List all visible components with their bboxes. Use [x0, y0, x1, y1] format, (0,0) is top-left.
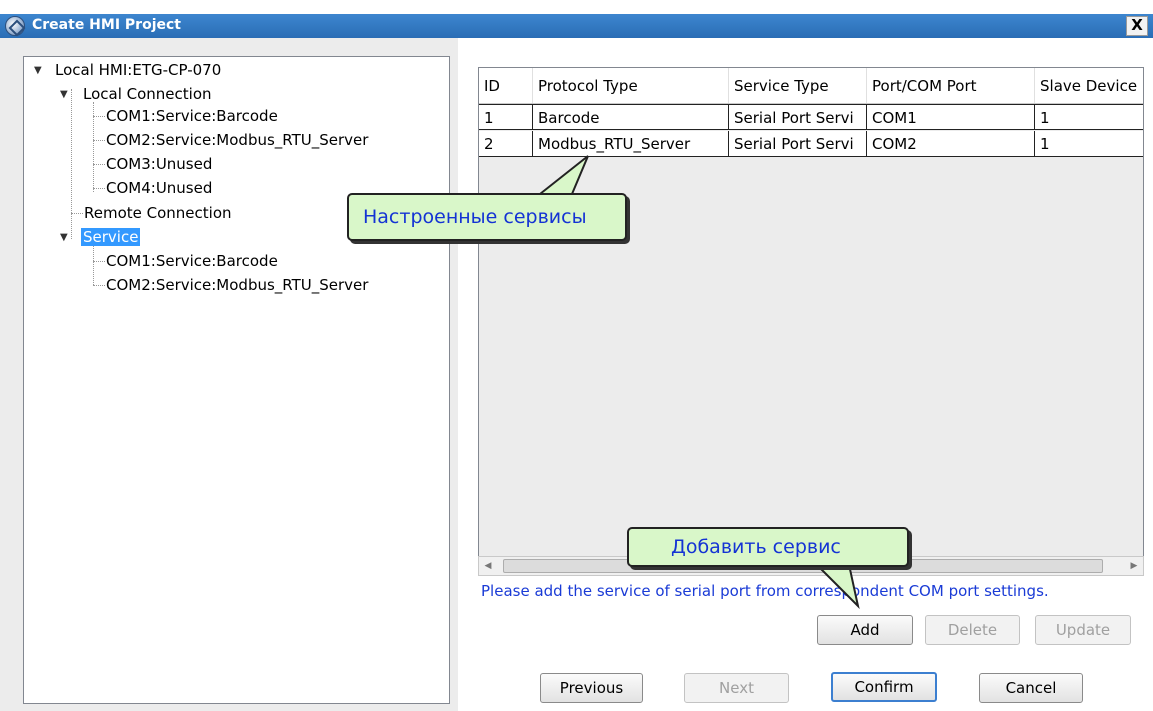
table-cell: 1: [1034, 105, 1143, 129]
tree-node-label: COM1:Service:Barcode: [106, 107, 278, 125]
table-cell: 1: [484, 109, 494, 127]
app-logo-icon: [5, 16, 25, 36]
column-header-slave-device[interactable]: Slave Device: [1034, 68, 1143, 103]
column-header-service-type[interactable]: Service Type: [728, 68, 866, 103]
table-cell: 2: [484, 135, 494, 153]
tree-node-com2[interactable]: COM2:Service:Modbus_RTU_Server: [106, 130, 368, 151]
callout-configured-services: Настроенные сервисы: [347, 193, 627, 241]
expand-arrow-icon[interactable]: ▼: [34, 65, 46, 77]
tree-node-service[interactable]: ▼ Service: [60, 227, 141, 248]
table-cell: COM2: [866, 131, 1034, 156]
tree-node-com1[interactable]: COM1:Service:Barcode: [106, 106, 278, 127]
window-title: Create HMI Project: [32, 17, 181, 33]
cancel-button[interactable]: Cancel: [979, 673, 1083, 703]
tree-line: [93, 285, 105, 286]
next-button[interactable]: Next: [684, 673, 789, 703]
tree-node-label: Local HMI:ETG-CP-070: [55, 61, 222, 79]
tree-node-label: COM1:Service:Barcode: [106, 252, 278, 270]
hint-text: Please add the service of serial port fr…: [481, 582, 1049, 600]
add-button[interactable]: Add: [817, 615, 913, 645]
table-cell: Barcode: [532, 105, 728, 129]
column-header-port[interactable]: Port/COM Port: [866, 68, 1034, 103]
delete-button[interactable]: Delete: [925, 615, 1020, 645]
column-header-id[interactable]: ID: [479, 68, 532, 103]
table-cell: Serial Port Servi: [728, 105, 866, 129]
table-header: ID Protocol Type Service Type Port/COM P…: [479, 68, 1143, 104]
table-cell: COM1: [866, 105, 1034, 129]
tree-node-service-com2[interactable]: COM2:Service:Modbus_RTU_Server: [106, 275, 368, 296]
table-row[interactable]: 2 Modbus_RTU_Server Serial Port Servi CO…: [479, 131, 1143, 157]
column-header-protocol-type[interactable]: Protocol Type: [532, 68, 728, 103]
callout-add-service: Добавить сервис: [627, 527, 909, 567]
tree-node-label: Remote Connection: [84, 204, 232, 222]
tree-node-root[interactable]: ▼ Local HMI:ETG-CP-070: [34, 60, 221, 81]
previous-button[interactable]: Previous: [540, 673, 643, 703]
tree-line: [93, 261, 105, 262]
close-button[interactable]: X: [1126, 16, 1148, 36]
tree-node-label: COM2:Service:Modbus_RTU_Server: [106, 131, 369, 149]
tree-line: [93, 188, 105, 189]
table-cell: Modbus_RTU_Server: [532, 131, 728, 156]
table-cell: Serial Port Servi: [728, 131, 866, 156]
tree-line: [71, 89, 72, 239]
tree-node-label: Service: [81, 228, 141, 246]
tree-node-com3[interactable]: COM3:Unused: [106, 154, 212, 175]
tree-line: [93, 164, 105, 165]
expand-arrow-icon[interactable]: ▼: [60, 89, 72, 101]
expand-arrow-icon[interactable]: ▼: [60, 232, 72, 244]
tree-node-label: COM2:Service:Modbus_RTU_Server: [106, 276, 369, 294]
project-tree[interactable]: ▼ Local HMI:ETG-CP-070 ▼ Local Connectio…: [23, 56, 450, 704]
tree-line: [93, 243, 94, 285]
confirm-button[interactable]: Confirm: [831, 672, 937, 702]
table-cell: 1: [1034, 131, 1143, 156]
tree-node-service-com1[interactable]: COM1:Service:Barcode: [106, 251, 278, 272]
tree-line: [93, 116, 105, 117]
tree-node-com4[interactable]: COM4:Unused: [106, 178, 212, 199]
tree-node-local-connection[interactable]: ▼ Local Connection: [60, 84, 212, 105]
scroll-left-icon[interactable]: ◀: [481, 559, 495, 573]
tree-node-label: COM4:Unused: [106, 179, 213, 197]
scroll-right-icon[interactable]: ▶: [1127, 559, 1141, 573]
update-button[interactable]: Update: [1035, 615, 1131, 645]
tree-line: [93, 140, 105, 141]
tree-node-label: COM3:Unused: [106, 155, 213, 173]
tree-line: [71, 213, 83, 214]
table-row[interactable]: 1 Barcode Serial Port Servi COM1 1: [479, 104, 1143, 130]
tree-node-remote-connection[interactable]: Remote Connection: [84, 203, 232, 224]
tree-node-label: Local Connection: [83, 85, 212, 103]
services-table[interactable]: ID Protocol Type Service Type Port/COM P…: [478, 67, 1144, 576]
